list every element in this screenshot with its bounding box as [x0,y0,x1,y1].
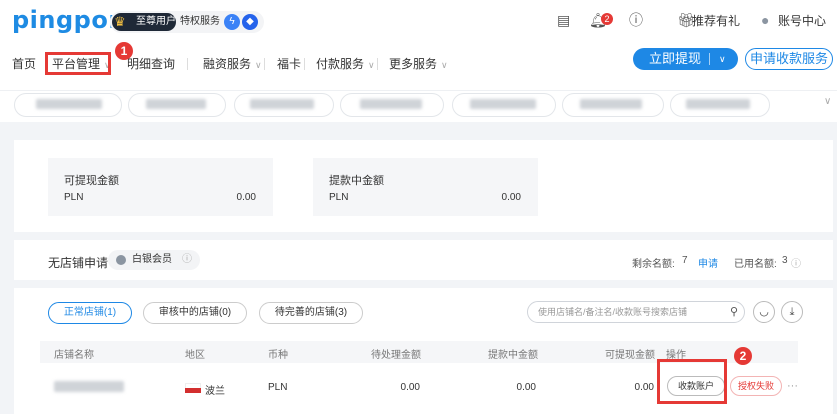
balance-amount: 0.00 [501,192,521,203]
blurred-account [470,99,536,109]
highlight-box [657,359,727,404]
apply-link[interactable]: 申请 [698,255,718,270]
withdrawing-amount-cell: 0.00 [516,382,536,393]
nav-payment-service[interactable]: 付款服务 ∨ [316,56,375,73]
balance-amount: 0.00 [236,192,256,203]
silver-medal-icon [116,255,126,265]
poland-flag-icon [185,383,201,393]
pending-amount-cell: 0.00 [400,382,420,393]
column-header: 待处理金额 [371,350,421,361]
nav-financing-label: 融资服务 [203,57,252,71]
search-placeholder: 使用店铺名/备注名/收款账号搜索店铺 [538,307,688,317]
chevron-down-icon: ∨ [255,60,262,70]
blurred-account [146,99,206,109]
diamond-icon[interactable]: ◆ [242,14,258,30]
column-header: 币种 [268,350,288,361]
column-header: 可提现金额 [605,350,655,361]
balance-title: 提款中金额 [329,175,384,187]
nav-divider [377,58,378,70]
tab-normal-stores[interactable]: 正常店铺(1) [48,302,132,324]
user-icon: ● [761,12,770,28]
eye-icon[interactable]: ◡ [753,301,775,323]
nav-divider [187,58,188,70]
document-icon[interactable]: ▤ [557,12,570,28]
highlight-box [45,52,111,75]
search-icon[interactable]: ⚲ [730,302,738,322]
account-center-link[interactable]: 账号中心 [778,13,826,29]
nav-more-services[interactable]: 更多服务 ∨ [389,56,448,73]
nav-divider [264,58,265,70]
chevron-down-icon[interactable]: ∨ [719,48,726,70]
withdraw-label: 立即提现 [649,51,702,66]
crown-icon: ♛ [114,14,126,29]
quota-remaining-value: 7 [682,255,688,266]
tab-reviewing-stores[interactable]: 审核中的店铺(0) [143,302,247,324]
available-amount-cell: 0.00 [634,382,654,393]
column-header: 店铺名称 [54,350,94,361]
notification-badge: 2 [601,13,613,25]
nav-fuka[interactable]: 福卡 [277,56,301,72]
nav-detail-query[interactable]: 明细查询 [127,56,175,72]
download-icon[interactable]: ⤓ [781,301,803,323]
nav-financing-service[interactable]: 融资服务 ∨ [203,56,262,73]
blurred-store-name [54,381,124,392]
blurred-account [36,99,102,109]
authorization-failed-button[interactable]: 授权失败 [730,376,782,396]
button-divider [709,53,710,65]
nav-divider [304,58,305,70]
blurred-account [250,99,314,109]
column-header: 提款中金额 [488,350,538,361]
blurred-account [686,99,750,109]
quota-remaining-label: 剩余名额: [632,259,675,270]
member-level-label: 白银会员 [132,254,172,265]
chevron-down-icon[interactable]: ∨ [824,96,831,107]
chevron-down-icon: ∨ [368,60,375,70]
special-service-label: 特权服务 [180,16,220,27]
help-icon[interactable]: ⓘ [791,255,801,270]
nav-payment-label: 付款服务 [316,57,365,71]
recommend-link[interactable]: 推荐有礼 [692,13,740,29]
column-header: 地区 [185,350,205,361]
annotation-number: 2 [734,347,752,365]
region-cell: 波兰 [205,386,225,397]
quota-used-value: 3 [782,255,788,266]
chevron-down-icon: ∨ [441,60,448,70]
tab-incomplete-stores[interactable]: 待完善的店铺(3) [259,302,363,324]
nav-home[interactable]: 首页 [12,56,36,72]
apply-collection-service-button[interactable]: 申请收款服务 [745,48,833,70]
withdraw-button[interactable]: 立即提现 ∨ [633,48,738,70]
balance-title: 可提现金额 [64,175,119,187]
quota-used-label: 已用名额: [734,259,777,270]
balance-currency: PLN [329,192,349,203]
blurred-account [580,99,642,109]
currency-cell: PLN [268,382,288,393]
help-icon[interactable]: ⓘ [629,12,643,28]
help-icon[interactable]: ⓘ [182,250,192,270]
nav-more-label: 更多服务 [389,57,438,71]
store-search-input[interactable]: 使用店铺名/备注名/收款账号搜索店铺 ⚲ [527,301,745,323]
balance-currency: PLN [64,192,84,203]
member-level-badge: 白银会员 ⓘ [108,250,200,270]
blurred-account [360,99,422,109]
annotation-number: 1 [115,42,133,60]
store-application-title: 无店铺申请 [48,256,109,270]
lightning-icon[interactable]: ϟ [224,14,240,30]
more-actions-icon[interactable]: ··· [787,380,798,392]
